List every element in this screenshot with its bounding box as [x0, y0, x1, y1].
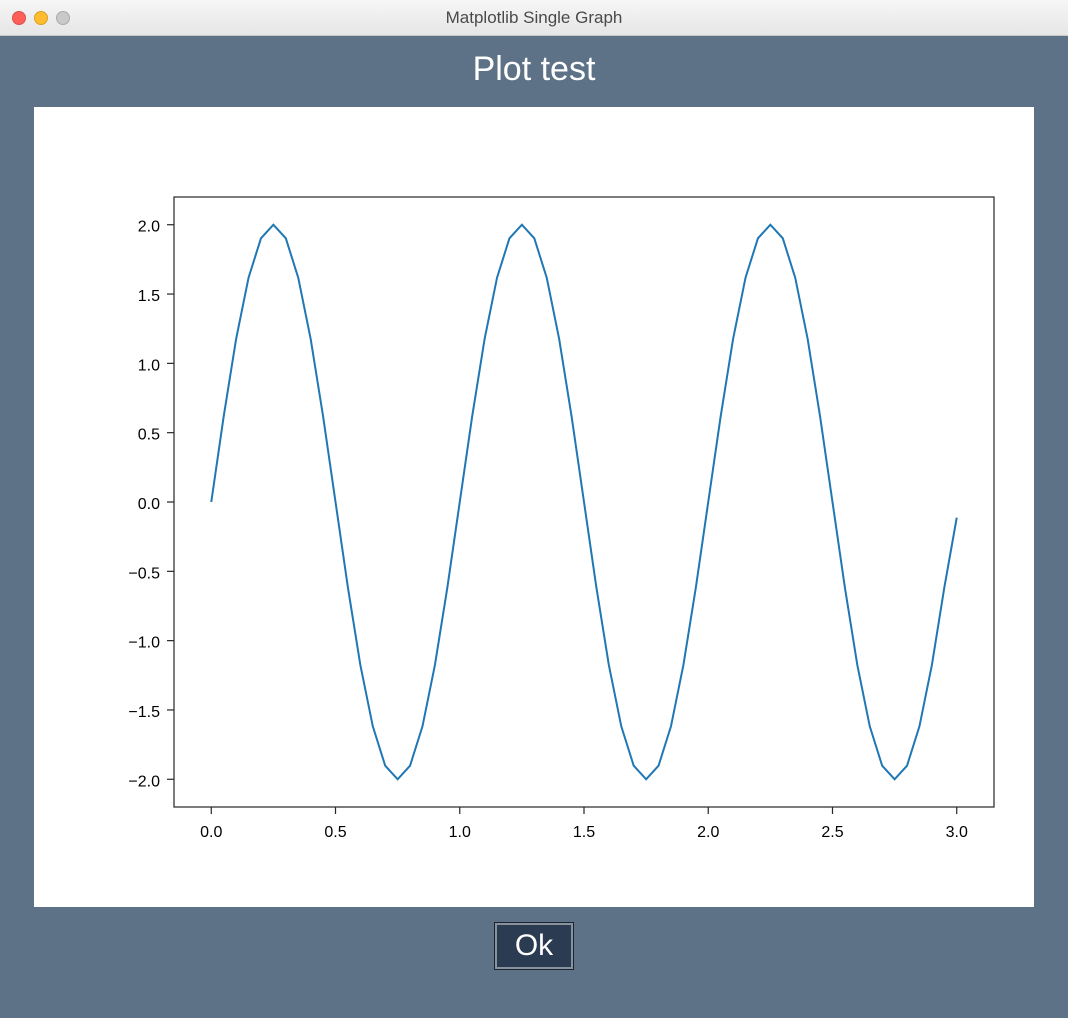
x-tick-label: 2.5 [821, 824, 843, 841]
series-line [211, 225, 956, 780]
ok-button[interactable]: Ok [495, 923, 573, 969]
window-titlebar[interactable]: Matplotlib Single Graph [0, 0, 1068, 36]
app-body: Plot test 0.0 0.5 1.0 1.5 2.0 2.5 3.0 −2.0 −1.5 −… [0, 36, 1068, 1018]
y-tick-label: 0.5 [138, 427, 160, 444]
line-chart: 0.0 0.5 1.0 1.5 2.0 2.5 3.0 −2.0 −1.5 −1.0 −0.5 0.0… [34, 107, 1034, 907]
y-tick-label: −1.0 [128, 635, 160, 652]
y-tick-label: −2.0 [128, 773, 160, 790]
y-tick-label: 0.0 [138, 496, 160, 513]
close-icon[interactable] [12, 11, 26, 25]
y-tick-label: 1.5 [138, 288, 160, 305]
y-tick-label: 1.0 [138, 357, 160, 374]
x-tick-label: 1.0 [449, 824, 471, 841]
x-tick-label: 1.5 [573, 824, 595, 841]
x-tick-label: 0.0 [200, 824, 222, 841]
y-tick-label: −1.5 [128, 704, 160, 721]
maximize-icon[interactable] [56, 11, 70, 25]
minimize-icon[interactable] [34, 11, 48, 25]
window-title: Matplotlib Single Graph [0, 8, 1068, 28]
x-tick-label: 3.0 [946, 824, 968, 841]
page-title: Plot test [473, 50, 596, 89]
plot-canvas: 0.0 0.5 1.0 1.5 2.0 2.5 3.0 −2.0 −1.5 −1.0 −0.5 0.0… [34, 107, 1034, 907]
x-tick-label: 2.0 [697, 824, 719, 841]
y-tick-label: 2.0 [138, 219, 160, 236]
window-controls [0, 11, 70, 25]
y-tick-label: −0.5 [128, 565, 160, 582]
x-tick-label: 0.5 [324, 824, 346, 841]
